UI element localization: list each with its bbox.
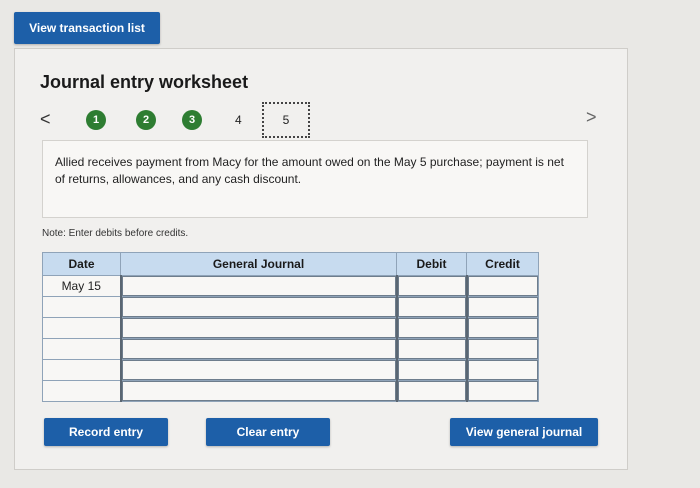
credit-input[interactable] [465, 296, 539, 318]
account-input[interactable] [119, 359, 397, 381]
transaction-description: Allied receives payment from Macy for th… [42, 140, 588, 218]
account-input[interactable] [119, 338, 397, 360]
view-transaction-list-button[interactable]: View transaction list [14, 12, 160, 44]
credit-input[interactable] [465, 359, 539, 381]
debit-header: Debit [396, 252, 467, 276]
credit-input[interactable] [465, 380, 539, 402]
table-row: May 15 [42, 275, 539, 297]
table-row [42, 359, 539, 381]
date-cell [42, 317, 121, 339]
table-row [42, 296, 539, 318]
step-4-button[interactable]: 4 [235, 113, 242, 127]
debit-input[interactable] [395, 317, 467, 339]
prev-arrow-icon[interactable]: < [40, 110, 51, 128]
credit-input[interactable] [465, 317, 539, 339]
step-5-current-button[interactable]: 5 [262, 102, 310, 138]
debit-input[interactable] [395, 296, 467, 318]
table-row [42, 338, 539, 360]
date-cell [42, 296, 121, 318]
date-cell [42, 380, 121, 402]
next-arrow-icon[interactable]: > [586, 108, 597, 126]
journal-table: Date General Journal Debit Credit May 15 [42, 252, 539, 402]
step-3-button[interactable]: 3 [182, 110, 202, 130]
worksheet-title: Journal entry worksheet [40, 72, 249, 92]
step-2-button[interactable]: 2 [136, 110, 156, 130]
step-1-button[interactable]: 1 [86, 110, 106, 130]
credit-header: Credit [466, 252, 539, 276]
account-input[interactable] [119, 275, 397, 297]
view-general-journal-button[interactable]: View general journal [450, 418, 598, 446]
debit-input[interactable] [395, 359, 467, 381]
general-journal-header: General Journal [120, 252, 397, 276]
date-cell [42, 359, 121, 381]
credit-input[interactable] [465, 275, 539, 297]
account-input[interactable] [119, 317, 397, 339]
debit-input[interactable] [395, 380, 467, 402]
table-row [42, 380, 539, 402]
date-header: Date [42, 252, 121, 276]
record-entry-button[interactable]: Record entry [44, 418, 168, 446]
date-cell: May 15 [42, 275, 121, 297]
entry-note: Note: Enter debits before credits. [42, 228, 189, 239]
account-input[interactable] [119, 296, 397, 318]
credit-input[interactable] [465, 338, 539, 360]
account-input[interactable] [119, 380, 397, 402]
date-cell [42, 338, 121, 360]
debit-input[interactable] [395, 275, 467, 297]
debit-input[interactable] [395, 338, 467, 360]
table-row [42, 317, 539, 339]
clear-entry-button[interactable]: Clear entry [206, 418, 330, 446]
